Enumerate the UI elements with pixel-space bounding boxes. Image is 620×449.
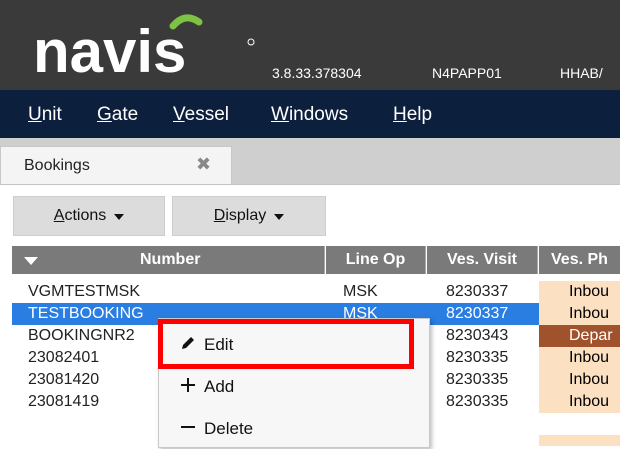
column-label-ves-phase: Ves. Ph [551,251,608,268]
navis-logo: navis [33,14,255,84]
cell-ves-visit: 8230337 [446,283,509,300]
menu-unit-rest: nit [41,104,62,125]
cell-number: 23082401 [28,349,100,366]
column-header-number[interactable]: Number [12,246,325,274]
display-label: isplay [225,207,267,224]
minus-icon [181,426,195,428]
menu-help-rest: elp [406,104,433,125]
cell-ves-phase: Inbou [539,391,620,413]
column-label-ves-visit: Ves. Visit [447,251,517,268]
cell-ves-phase: Inbou [539,347,620,369]
cell-number: 23081419 [28,393,100,410]
facility-label: HHAB/ [560,65,603,81]
menu-unit[interactable]: Unit [28,104,62,126]
cell-number: VGMTESTMSK [28,283,141,300]
server-label: N4PAPP01 [432,65,502,81]
cell-ves-visit: 8230335 [446,393,509,410]
context-menu-add[interactable]: Add [159,365,429,407]
menu-vessel-mnemonic: V [173,104,185,125]
cell-ves-visit: 8230343 [446,327,509,344]
chevron-down-icon [274,214,285,220]
display-mnemonic: D [213,207,226,224]
logo-text: navis [33,18,186,84]
cell-ves-phase: Inbou [539,369,620,391]
actions-button[interactable]: Actions [13,196,165,236]
menu-unit-mnemonic: U [28,104,42,125]
cell-ves-phase-partial [539,435,620,446]
menu-vessel[interactable]: Vessel [173,104,229,126]
menu-gate[interactable]: Gate [97,104,138,126]
cell-ves-phase: Inbou [539,303,620,325]
sort-dropdown-icon[interactable] [24,257,38,265]
column-label-number: Number [140,251,201,268]
cell-number: TESTBOOKING [28,305,144,322]
cell-line-op: MSK [343,283,378,300]
menu-windows-mnemonic: W [271,104,289,125]
table-row[interactable]: VGMTESTMSK MSK 8230337 Inbou [0,281,620,303]
menu-help[interactable]: Help [393,104,432,126]
add-label: Add [204,377,235,396]
cell-number: 23081420 [28,371,100,388]
menu-gate-rest: ate [111,104,139,125]
menu-help-mnemonic: H [393,104,407,125]
chevron-down-icon [114,214,125,220]
actions-mnemonic: A [53,207,65,224]
menu-windows[interactable]: Windows [271,104,348,126]
menu-vessel-rest: essel [184,104,229,125]
cell-ves-visit: 8230335 [446,349,509,366]
display-button[interactable]: Display [172,196,326,236]
column-header-line-op[interactable]: Line Op [326,246,426,274]
annotation-highlight-box [158,319,414,369]
tab-bookings-label: Bookings [24,157,90,174]
context-menu-delete[interactable]: Delete [159,407,429,449]
cell-number: BOOKINGNR2 [28,327,135,344]
menu-windows-rest: indows [288,104,349,125]
cell-ves-phase: Depar [539,325,620,347]
column-label-line-op: Line Op [345,251,406,268]
close-icon[interactable]: ✖ [196,154,211,175]
actions-label: ctions [64,207,107,224]
plus-icon [181,378,195,392]
cell-ves-visit: 8230337 [446,305,509,322]
cell-ves-visit: 8230335 [446,371,509,388]
cell-ves-phase: Inbou [539,281,620,303]
menu-gate-mnemonic: G [97,104,112,125]
delete-label: Delete [204,419,254,438]
column-header-ves-visit[interactable]: Ves. Visit [427,246,538,274]
column-header-ves-phase[interactable]: Ves. Ph [539,246,620,274]
version-label: 3.8.33.378304 [272,65,362,81]
